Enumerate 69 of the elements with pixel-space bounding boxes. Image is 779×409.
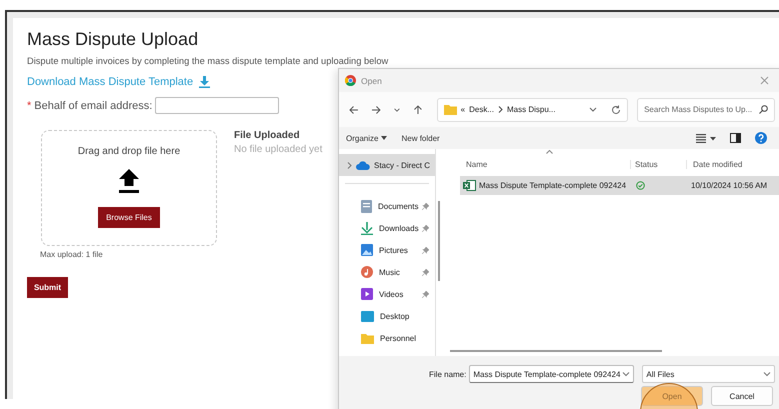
email-field[interactable] [155, 97, 280, 114]
required-mark: * [27, 100, 32, 112]
download-icon[interactable] [199, 76, 210, 88]
page-title: Mass Dispute Upload [27, 28, 198, 50]
browser-icon [345, 75, 356, 86]
dialog-button[interactable]: Cancel [711, 386, 773, 406]
spreadsheet-icon [463, 180, 476, 191]
video-icon [361, 288, 373, 300]
nav-item[interactable]: Downloads [339, 217, 435, 239]
forward-arrow-icon[interactable] [370, 104, 381, 114]
nav-item[interactable]: Stacy - Direct C [339, 154, 435, 176]
picture-icon [361, 244, 373, 256]
nav-item[interactable]: Music [339, 261, 435, 283]
search-placeholder: Search Mass Disputes to Up... [644, 105, 752, 114]
nav-item[interactable]: Desktop [339, 305, 435, 327]
chevron-down-icon[interactable] [589, 106, 598, 112]
address-bar[interactable]: « Desk... Mass Dispu... [436, 98, 628, 122]
nav-item[interactable]: Videos [339, 283, 435, 305]
path-prefix: « [460, 105, 466, 114]
chevron-down-icon[interactable] [763, 372, 772, 376]
upload-limit: Max upload: 1 file [40, 250, 103, 259]
field-label: File name: [429, 370, 466, 378]
drop-zone[interactable]: Drag and drop file here Browse Files [41, 130, 217, 246]
dialog-title: Open [361, 76, 382, 86]
folder-icon [444, 104, 457, 114]
file-name: Mass Dispute Template-complete 092424 [479, 181, 626, 190]
upload-status: No file uploaded yet [234, 144, 322, 155]
chevron-right-icon [498, 106, 504, 113]
submit-button[interactable]: Submit [27, 277, 68, 298]
drop-prompt: Drag and drop file here [78, 146, 180, 157]
up-arrow-icon[interactable] [412, 104, 423, 114]
document-icon [361, 200, 372, 212]
file-type-dropdown[interactable]: All Files [642, 365, 776, 383]
upload-icon [119, 169, 139, 193]
path-segment[interactable]: Mass Dispu... [507, 105, 556, 114]
browse-files-button[interactable]: Browse Files [98, 207, 160, 228]
nav-item[interactable]: Documents [339, 195, 435, 217]
toolbar-button[interactable]: Organize [343, 134, 390, 142]
cloud-icon [356, 160, 370, 170]
search-icon [759, 105, 768, 114]
path-segment[interactable]: Desk... [469, 105, 494, 114]
column-header[interactable]: Date modified [686, 160, 742, 169]
column-header[interactable]: Name [460, 160, 630, 169]
toolbar-button[interactable]: New folder [398, 134, 443, 142]
column-header[interactable]: Status [630, 160, 686, 169]
nav-item[interactable]: Pictures [339, 239, 435, 261]
field-label: Behalf of email address: [34, 100, 152, 112]
section-heading: File Uploaded [234, 130, 301, 141]
page-description: Dispute multiple invoices by completing the mass dispute template and uploading below [27, 56, 388, 66]
sort-icon [546, 150, 553, 154]
refresh-icon[interactable] [611, 104, 622, 114]
search-field[interactable]: Search Mass Disputes to Up... [637, 98, 775, 122]
back-arrow-icon[interactable] [349, 104, 359, 114]
file-name-field[interactable]: Mass Dispute Template-complete 092424 [469, 365, 634, 383]
nav-item[interactable]: Personnel [339, 327, 435, 349]
date-modified: 10/10/2024 10:56 AM [690, 181, 768, 190]
desktop-icon [361, 310, 374, 322]
music-icon [361, 266, 373, 278]
download-icon [361, 222, 373, 234]
chevron-down-icon[interactable] [392, 106, 401, 114]
view-menu-icon[interactable] [696, 134, 716, 142]
close-icon[interactable] [760, 76, 769, 85]
preview-pane-icon[interactable] [730, 133, 741, 143]
file-row[interactable]: Mass Dispute Template-complete 092424 10/10/2024 10:56 AM [460, 176, 779, 195]
chevron-down-icon[interactable] [622, 372, 630, 376]
folder-icon [361, 332, 374, 344]
caret-icon [381, 136, 388, 140]
expand-icon[interactable] [347, 162, 352, 168]
help-icon[interactable] [755, 132, 767, 144]
